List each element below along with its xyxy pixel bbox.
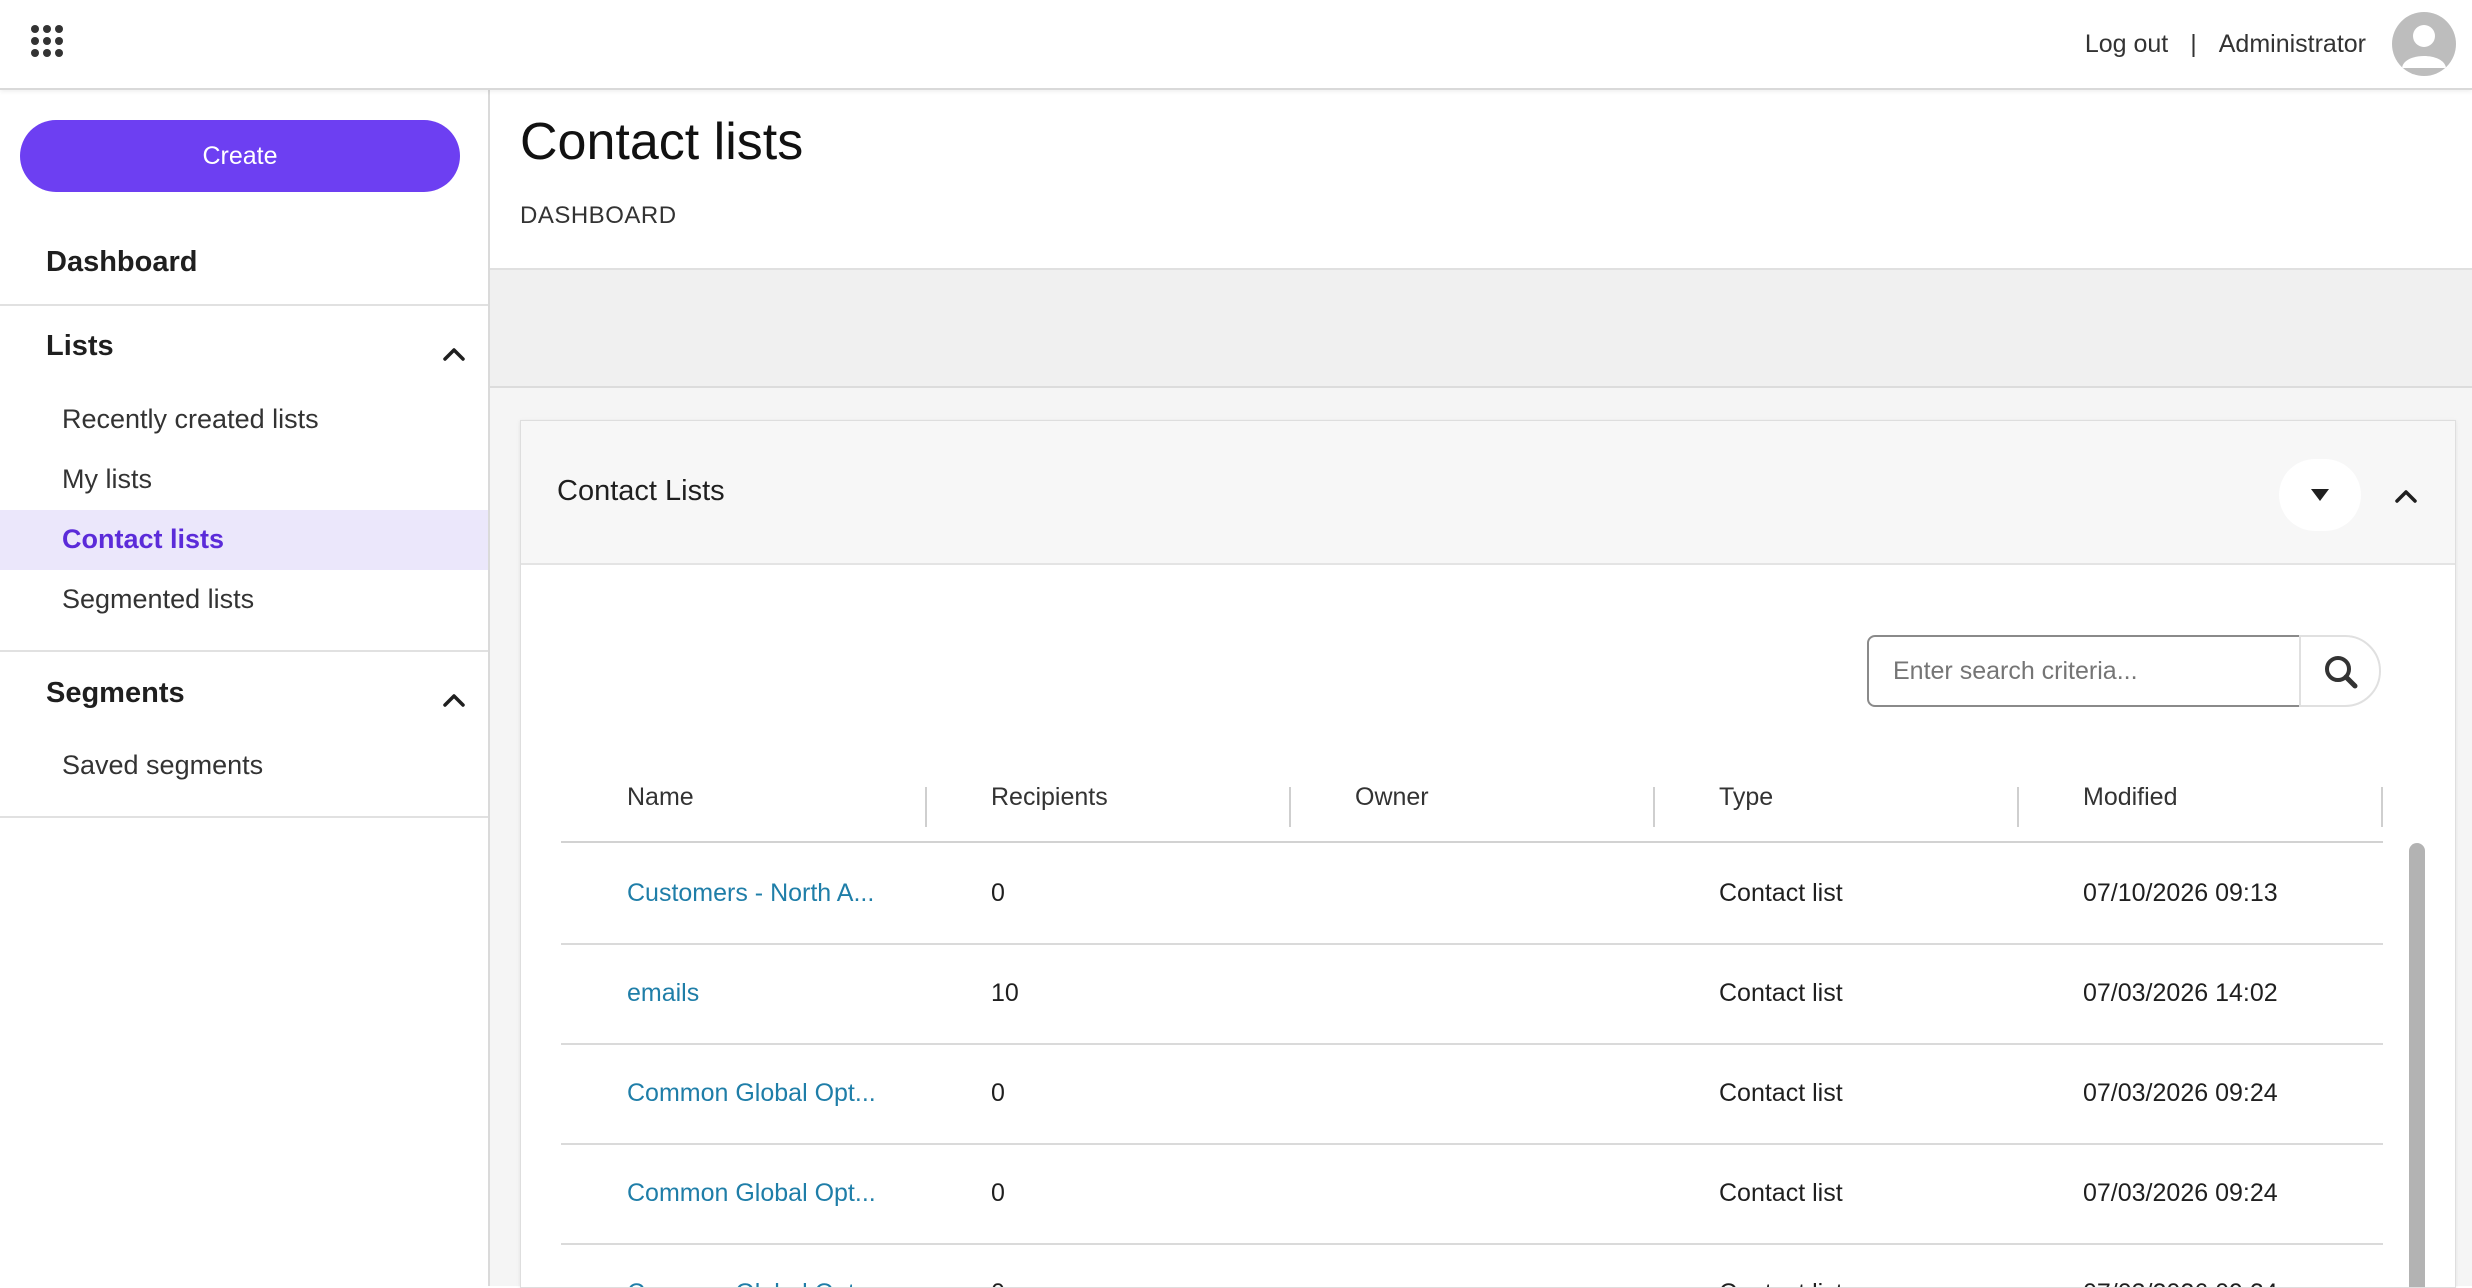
sidebar-item-my-lists[interactable]: My lists	[0, 450, 488, 510]
modified-cell: 07/03/2026 09:24	[2083, 1179, 2278, 1207]
column-header-modified[interactable]: Modified	[2083, 783, 2178, 812]
table-scrollbar[interactable]	[2409, 843, 2425, 1287]
breadcrumb[interactable]: DASHBOARD	[520, 202, 677, 230]
divider	[0, 304, 488, 306]
sidebar-item-segmented-lists[interactable]: Segmented lists	[0, 570, 488, 630]
avatar-silhouette	[2402, 25, 2446, 68]
card-title: Contact Lists	[557, 475, 725, 507]
table-row[interactable]: Common Global Opt... 0 Contact list 07/0…	[561, 1143, 2383, 1245]
list-name-link[interactable]: emails	[627, 979, 699, 1008]
sidebar-item-label: My lists	[62, 464, 152, 494]
sidebar-item-label: Saved segments	[62, 750, 264, 780]
modified-cell: 07/03/2026 09:24	[2083, 1079, 2278, 1107]
user-avatar-icon[interactable]	[2392, 12, 2456, 76]
list-name-link[interactable]: Common Global Opt...	[627, 1179, 876, 1208]
sidebar-item-saved-segments[interactable]: Saved segments	[0, 736, 488, 796]
type-cell: Contact list	[1719, 1179, 1843, 1207]
column-resize-handle[interactable]	[2381, 787, 2383, 827]
create-button[interactable]: Create	[20, 120, 460, 192]
column-header-type[interactable]: Type	[1719, 783, 1773, 812]
filter-button[interactable]	[2279, 459, 2361, 531]
search-input[interactable]	[1867, 635, 2301, 707]
top-bar: Log out | Administrator	[0, 0, 2472, 90]
chevron-up-icon[interactable]	[440, 686, 468, 714]
separator: |	[2190, 29, 2197, 58]
type-cell: Contact list	[1719, 1079, 1843, 1107]
recipients-cell: 0	[991, 879, 1005, 907]
list-name-link[interactable]: Common Global Opt...	[627, 1079, 876, 1108]
sidebar-item-label: Segmented lists	[62, 584, 255, 614]
section-lists-header[interactable]: Lists	[46, 330, 114, 363]
chevron-up-icon[interactable]	[440, 340, 468, 368]
sidebar: Create Dashboard Lists Recently created …	[0, 88, 490, 1286]
search-icon	[2325, 656, 2358, 689]
sidebar-item-contact-lists[interactable]: Contact lists	[0, 510, 488, 570]
column-header-name[interactable]: Name	[627, 783, 694, 812]
table-row[interactable]: Common Global Opt... 0 Contact list 07/0…	[561, 1043, 2383, 1145]
recipients-cell: 10	[991, 979, 1019, 1007]
recipients-cell: 0	[991, 1179, 1005, 1207]
user-name[interactable]: Administrator	[2219, 30, 2366, 59]
recipients-cell: 0	[991, 1279, 1005, 1287]
column-resize-handle[interactable]	[1289, 787, 1291, 827]
column-header-recipients[interactable]: Recipients	[991, 783, 1108, 812]
search-box	[1867, 635, 2403, 707]
list-name-link[interactable]: Customers - North A...	[627, 879, 874, 908]
sidebar-item-label: Recently created lists	[62, 404, 319, 434]
recipients-cell: 0	[991, 1079, 1005, 1107]
apps-grid-icon[interactable]	[30, 24, 64, 58]
column-resize-handle[interactable]	[1653, 787, 1655, 827]
card-header: Contact Lists	[521, 421, 2455, 565]
page-header: Contact lists DASHBOARD	[490, 90, 2472, 270]
table-header: Name Recipients Owner Type Modified	[561, 751, 2383, 843]
toolbar-band	[490, 270, 2472, 388]
modified-cell: 07/03/2026 09:24	[2083, 1279, 2278, 1287]
logout-link[interactable]: Log out	[2085, 30, 2168, 59]
triangle-down-icon	[2311, 489, 2329, 501]
type-cell: Contact list	[1719, 979, 1843, 1007]
sidebar-item-dashboard[interactable]: Dashboard	[46, 246, 197, 279]
table-row[interactable]: Customers - North A... 0 Contact list 07…	[561, 843, 2383, 945]
chevron-up-icon[interactable]	[2391, 481, 2421, 511]
divider	[0, 816, 488, 818]
contact-lists-card: Contact Lists Name Recipients Owner Typ	[520, 420, 2456, 1288]
table-row[interactable]: emails 10 Contact list 07/03/2026 14:02	[561, 943, 2383, 1045]
column-resize-handle[interactable]	[2017, 787, 2019, 827]
modified-cell: 07/10/2026 09:13	[2083, 879, 2278, 907]
sidebar-item-recently-created-lists[interactable]: Recently created lists	[0, 390, 488, 450]
column-header-owner[interactable]: Owner	[1355, 783, 1429, 812]
column-resize-handle[interactable]	[925, 787, 927, 827]
divider	[0, 650, 488, 652]
user-menu: Log out | Administrator	[2085, 0, 2472, 88]
search-button[interactable]	[2299, 635, 2381, 707]
table-row[interactable]: Common Global Opt... 0 Contact list 07/0…	[561, 1243, 2383, 1287]
page-title: Contact lists	[520, 113, 804, 171]
list-name-link[interactable]: Common Global Opt...	[627, 1279, 876, 1287]
type-cell: Contact list	[1719, 879, 1843, 907]
type-cell: Contact list	[1719, 1279, 1843, 1287]
section-segments-header[interactable]: Segments	[46, 677, 185, 710]
sidebar-item-label: Contact lists	[62, 524, 225, 554]
modified-cell: 07/03/2026 14:02	[2083, 979, 2278, 1007]
